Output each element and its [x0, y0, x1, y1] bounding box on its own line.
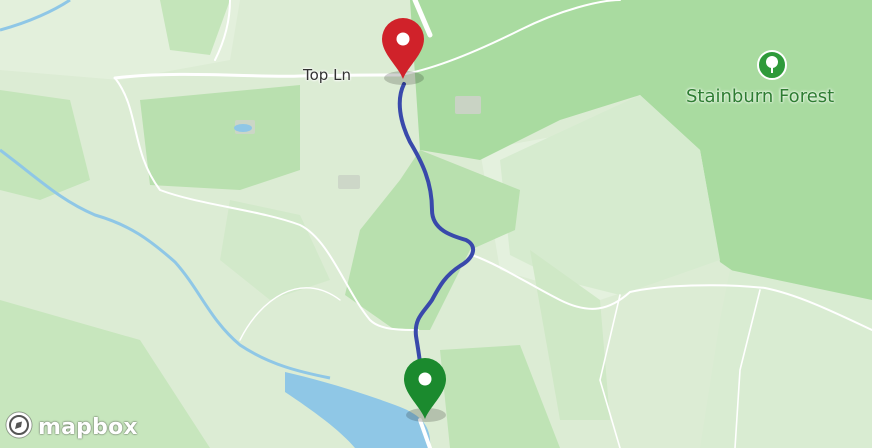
start-marker-pin[interactable]	[402, 356, 448, 422]
area-label-stainburn-forest: Stainburn Forest	[686, 86, 835, 107]
mapbox-logo[interactable]: mapbox	[4, 410, 138, 444]
mapbox-logo-icon	[4, 410, 34, 444]
road-label-top-ln: Top Ln	[303, 66, 351, 84]
mapbox-logo-text: mapbox	[38, 414, 138, 440]
map-canvas[interactable]: Top Ln Stainburn Forest mapbox	[0, 0, 872, 448]
tree-icon	[757, 50, 787, 80]
end-marker-pin[interactable]	[380, 16, 426, 82]
